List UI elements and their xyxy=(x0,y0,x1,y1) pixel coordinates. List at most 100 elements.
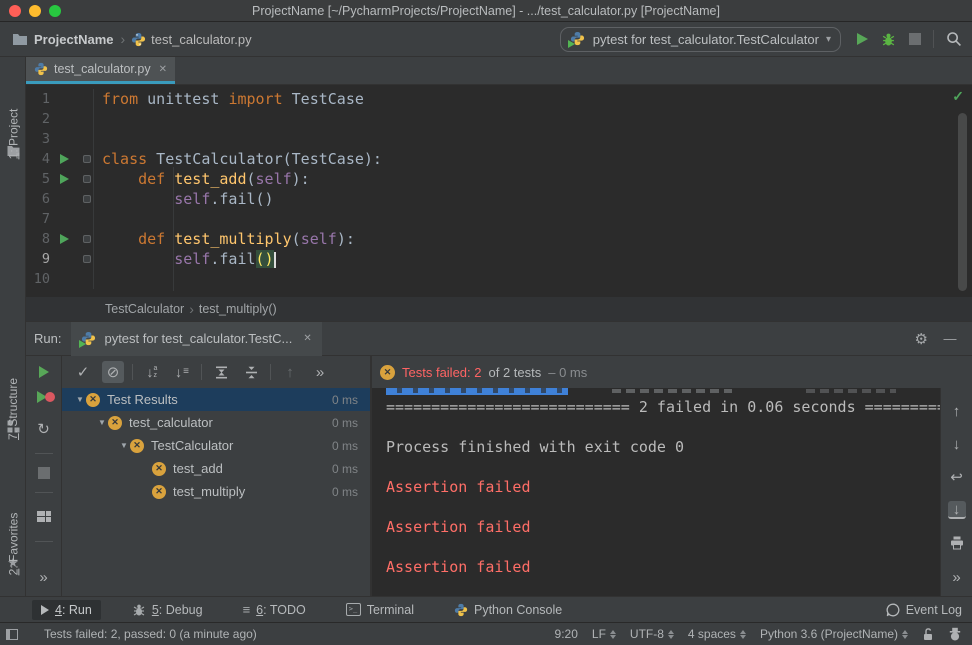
minimize-window-button[interactable] xyxy=(29,5,41,17)
code-line-10[interactable]: 10 xyxy=(26,269,972,289)
search-everywhere-icon[interactable] xyxy=(946,31,962,47)
tree-expand-icon[interactable]: ▼ xyxy=(74,395,86,404)
code-line-4[interactable]: 4class TestCalculator(TestCase): xyxy=(26,149,972,169)
fold-marker-icon[interactable] xyxy=(83,195,91,203)
gutter: 7 xyxy=(26,209,94,229)
line-number: 4 xyxy=(26,151,50,167)
tree-row-testcalculator[interactable]: ▼✕TestCalculator0 ms xyxy=(62,434,370,457)
hide-panel-icon[interactable]: — xyxy=(928,331,972,346)
tree-row-test-results[interactable]: ▼✕Test Results0 ms xyxy=(62,388,370,411)
run-test-gutter-icon[interactable] xyxy=(60,174,69,184)
down-the-stack-trace-icon[interactable]: ↓ xyxy=(946,433,968,455)
status-widget-utf-8[interactable]: UTF-8 xyxy=(630,627,674,641)
toolbar-button--run[interactable]: 4: Run xyxy=(32,600,101,620)
code-line-3[interactable]: 3 xyxy=(26,129,972,149)
test-failed-icon: ✕ xyxy=(152,462,166,476)
scroll-to-end-icon[interactable]: ↓ xyxy=(948,501,966,519)
console-line: Process finished with exit code 0 xyxy=(386,438,940,458)
show-passed-icon[interactable]: ✓ xyxy=(72,361,94,383)
breadcrumb-method[interactable]: test_multiply() xyxy=(199,302,277,316)
tree-expand-icon[interactable]: ▼ xyxy=(96,418,108,427)
test-toolbar: ✓⊘↓az↓≡↑» xyxy=(62,356,370,388)
event-log-button[interactable]: Event Log xyxy=(886,603,962,617)
run-configuration-select[interactable]: pytest for test_calculator.TestCalculato… xyxy=(560,27,841,52)
sort-alphabetically-icon[interactable]: ↓az xyxy=(141,361,163,383)
tab-test-calculator[interactable]: test_calculator.py ✕ xyxy=(26,57,175,84)
run-panel-label: Run: xyxy=(26,331,71,346)
test-tree-panel: ✓⊘↓az↓≡↑» ▼✕Test Results0 ms▼✕test_calcu… xyxy=(62,356,370,596)
inspector-hector-icon[interactable] xyxy=(948,627,962,641)
status-widget-lf[interactable]: LF xyxy=(592,627,616,641)
tree-expand-icon[interactable]: ▼ xyxy=(118,441,130,450)
code-line-8[interactable]: 8 def test_multiply(self): xyxy=(26,229,972,249)
up-the-stack-trace-icon[interactable]: ↑ xyxy=(946,400,968,422)
test-failed-icon: ✕ xyxy=(108,416,122,430)
test-failed-icon: ✕ xyxy=(152,485,166,499)
toolbar-button-python-console[interactable]: Python Console xyxy=(445,600,571,620)
status-widget-python-3-6-projectname-[interactable]: Python 3.6 (ProjectName) xyxy=(760,627,908,641)
tree-row-test_add[interactable]: ✕test_add0 ms xyxy=(62,457,370,480)
run-tab[interactable]: pytest for test_calculator.TestC... ✕ xyxy=(71,322,321,356)
tree-row-test_calculator[interactable]: ▼✕test_calculator0 ms xyxy=(62,411,370,434)
toggle-auto-test-icon[interactable]: ↻ xyxy=(33,418,55,440)
code-line-7[interactable]: 7 xyxy=(26,209,972,229)
zoom-window-button[interactable] xyxy=(49,5,61,17)
toggle-toolwindows-icon[interactable] xyxy=(6,629,18,640)
close-window-button[interactable] xyxy=(9,5,21,17)
code-area[interactable]: 1from unittest import TestCase234class T… xyxy=(26,85,972,289)
breadcrumb-project[interactable]: ProjectName xyxy=(34,32,113,47)
code-line-2[interactable]: 2 xyxy=(26,109,972,129)
toolbar-button--todo[interactable]: ≡6: TODO xyxy=(234,599,315,620)
tree-node-label: test_calculator xyxy=(129,415,213,430)
sidebar-item-favorites[interactable]: 2: Favorites★ xyxy=(0,537,26,571)
navigation-bar: ProjectName › test_calculator.py pytest … xyxy=(0,22,972,57)
rerun-failed-tests-icon[interactable] xyxy=(37,391,51,405)
unlock-icon[interactable] xyxy=(922,627,934,641)
code-line-9[interactable]: 9 self.fail() xyxy=(26,249,972,269)
fold-marker-icon[interactable] xyxy=(83,255,91,263)
line-number: 7 xyxy=(26,211,50,227)
status-message: Tests failed: 2, passed: 0 (a minute ago… xyxy=(44,627,257,641)
breadcrumb-file[interactable]: test_calculator.py xyxy=(151,32,251,47)
close-tab-icon[interactable]: ✕ xyxy=(159,64,167,75)
console-output[interactable]: =========================== 2 failed in … xyxy=(372,388,940,596)
more-options-icon[interactable]: » xyxy=(33,566,55,588)
sidebar-item-structure[interactable]: 7: Structure xyxy=(0,402,26,436)
code-line-6[interactable]: 6 self.fail() xyxy=(26,189,972,209)
run-test-gutter-icon[interactable] xyxy=(60,154,69,164)
fold-marker-icon[interactable] xyxy=(83,235,91,243)
print-icon[interactable] xyxy=(946,532,968,554)
rerun-tests-icon[interactable] xyxy=(39,366,49,378)
fold-marker-icon[interactable] xyxy=(83,155,91,163)
sidebar-item-project[interactable]: 1: Project xyxy=(0,127,26,160)
soft-wrap-icon[interactable]: ↩ xyxy=(946,466,968,488)
settings-gear-icon[interactable]: ⚙ xyxy=(915,330,928,348)
run-button[interactable] xyxy=(857,33,868,45)
indent-guide xyxy=(173,167,174,291)
show-ignored-icon[interactable]: ⊘ xyxy=(102,361,124,383)
editor-scrollbar[interactable] xyxy=(958,113,967,291)
fold-marker-icon[interactable] xyxy=(83,175,91,183)
sort-by-duration-icon[interactable]: ↓≡ xyxy=(171,361,193,383)
run-test-gutter-icon[interactable] xyxy=(60,234,69,244)
toolbar-button--debug[interactable]: 5: Debug xyxy=(123,600,212,620)
close-run-tab-icon[interactable]: ✕ xyxy=(303,333,311,344)
code-editor[interactable]: 1from unittest import TestCase234class T… xyxy=(26,85,972,297)
stop-icon xyxy=(38,467,50,479)
status-widget-4-spaces[interactable]: 4 spaces xyxy=(688,627,746,641)
collapse-all-icon[interactable] xyxy=(240,361,262,383)
more-actions-icon[interactable]: » xyxy=(309,361,331,383)
breadcrumb-class[interactable]: TestCalculator xyxy=(105,302,184,316)
test-status-line: ✕ Tests failed: 2 of 2 tests – 0 ms xyxy=(372,356,972,388)
debug-button[interactable] xyxy=(881,32,896,47)
separator xyxy=(270,364,271,380)
restore-layout-icon[interactable] xyxy=(33,506,55,528)
more-icon[interactable]: » xyxy=(946,566,968,588)
code-line-5[interactable]: 5 def test_add(self): xyxy=(26,169,972,189)
test-failed-icon: ✕ xyxy=(86,393,100,407)
expand-all-icon[interactable] xyxy=(210,361,232,383)
separator xyxy=(201,364,202,380)
code-line-1[interactable]: 1from unittest import TestCase xyxy=(26,89,972,109)
tree-row-test_multiply[interactable]: ✕test_multiply0 ms xyxy=(62,480,370,503)
toolbar-button-terminal[interactable]: >_Terminal xyxy=(337,600,423,620)
